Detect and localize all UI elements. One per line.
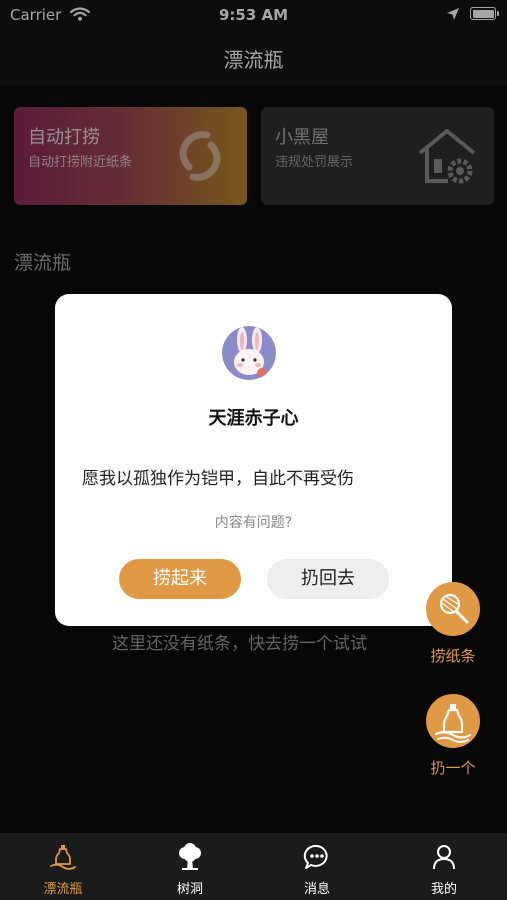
bunny-avatar	[222, 326, 276, 380]
report-content-link[interactable]: 内容有问题?	[55, 512, 452, 532]
tab-label: 我的	[430, 882, 457, 897]
salvage-note-fab[interactable]	[426, 582, 480, 636]
sender-name: 天涯赤子心	[208, 408, 299, 429]
tab-label: 消息	[303, 882, 330, 897]
tab-tree-hole[interactable]: 树洞	[127, 833, 253, 900]
tab-drift-bottle[interactable]: 漂流瓶	[0, 833, 126, 900]
chat-bubble-icon	[303, 844, 328, 869]
throw-back-button[interactable]: 扔回去	[267, 559, 389, 599]
bottle-message: 愿我以孤独作为铠甲，自此不再受伤	[82, 469, 354, 489]
bottle-icon	[50, 845, 76, 870]
tab-label: 树洞	[176, 882, 203, 897]
tree-icon	[179, 843, 201, 870]
tab-label: 漂流瓶	[43, 882, 83, 897]
bottle-icon	[434, 704, 472, 743]
throw-one-fab[interactable]	[426, 694, 480, 748]
tab-bar: 漂流瓶 树洞 消息 我的	[0, 833, 507, 900]
net-icon	[439, 593, 469, 624]
person-icon	[433, 845, 455, 870]
tab-me[interactable]: 我的	[381, 833, 507, 900]
throw-one-label: 扔一个	[430, 759, 476, 777]
pick-up-button[interactable]: 捞起来	[119, 559, 241, 599]
tab-messages[interactable]: 消息	[254, 833, 380, 900]
salvage-note-label: 捞纸条	[430, 647, 476, 665]
